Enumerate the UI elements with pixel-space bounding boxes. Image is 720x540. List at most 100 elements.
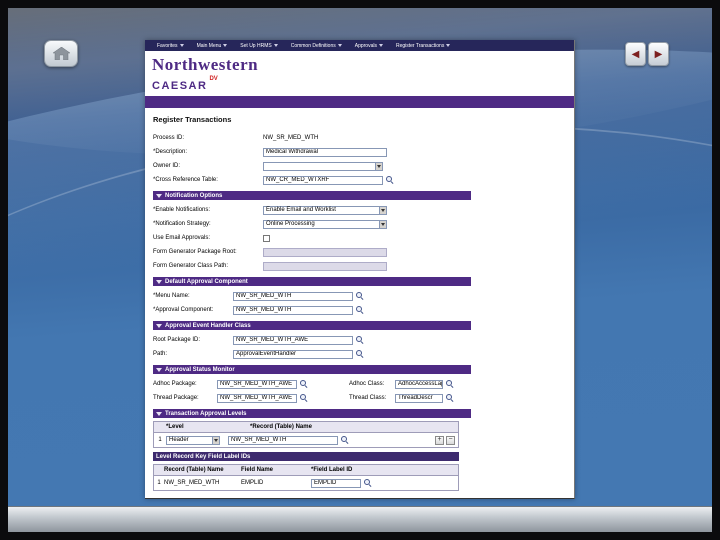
chevron-down-icon — [337, 44, 342, 47]
root-package-id-field[interactable]: NW_SR_MED_WTH_AWE — [233, 335, 353, 345]
brand-header: Northwestern CAESARDV — [145, 51, 574, 96]
menu-item-register-transactions[interactable]: Register Transactions — [395, 42, 451, 49]
lookup-icon[interactable] — [445, 393, 455, 403]
university-wordmark: Northwestern — [152, 55, 259, 74]
adhoc-package-label: Adhoc Package: — [153, 381, 197, 387]
level-select[interactable]: Header — [166, 435, 220, 445]
menu-item-common-definitions[interactable]: Common Definitions — [291, 43, 342, 49]
section-approval-event-handler[interactable]: Approval Event Handler Class — [153, 321, 471, 330]
chevron-down-icon — [378, 44, 383, 47]
level-column-header: *Level — [166, 424, 184, 430]
use-email-approvals-checkbox[interactable] — [263, 234, 270, 242]
home-button[interactable] — [44, 40, 78, 67]
section-approval-status-monitor[interactable]: Approval Status Monitor — [153, 365, 471, 374]
lookup-icon[interactable] — [355, 335, 365, 345]
presentation-slide: ◀ ▶ Favorites Main Menu Set Up HRMS Comm… — [8, 8, 712, 532]
menu-item-label: Register Transactions — [395, 42, 445, 49]
thread-package-field[interactable]: NW_SR_MED_WTH_AWE — [217, 393, 297, 403]
lookup-icon[interactable] — [299, 393, 309, 403]
section-title: Transaction Approval Levels — [165, 410, 247, 417]
lookup-icon[interactable] — [445, 379, 455, 389]
owner-id-select[interactable] — [263, 161, 383, 171]
home-icon — [52, 47, 70, 60]
section-notification-options[interactable]: Notification Options — [153, 191, 471, 200]
description-field[interactable]: Medical Withdrawal — [263, 147, 387, 157]
dropdown-button[interactable] — [375, 162, 382, 170]
lookup-icon[interactable] — [340, 435, 350, 445]
form-generator-class-path-row: Form Generator Class Path: — [145, 259, 574, 273]
record-column-header: Record (Table) Name — [164, 467, 224, 473]
root-package-id-label: Root Package ID: — [153, 337, 201, 343]
lookup-icon[interactable] — [355, 305, 365, 315]
dropdown-button[interactable] — [379, 220, 386, 228]
menu-item-label: Set Up HRMS — [240, 42, 272, 49]
menu-name-row: *Menu Name: NW_SR_MED_WTH — [145, 289, 574, 303]
section-title: Notification Options — [165, 192, 223, 199]
lookup-icon[interactable] — [355, 291, 365, 301]
approval-component-label: *Approval Component: — [153, 307, 214, 313]
owner-id-label: Owner ID: — [153, 163, 181, 169]
menu-item-approvals[interactable]: Approvals — [355, 43, 383, 49]
dropdown-button[interactable] — [212, 436, 219, 444]
lookup-icon[interactable] — [385, 175, 395, 185]
field-column-header: Field Name — [241, 467, 274, 473]
collapse-triangle-icon — [156, 323, 162, 328]
next-slide-button[interactable]: ▶ — [648, 42, 669, 66]
thread-class-field[interactable]: ThreadDescr — [395, 393, 443, 403]
adhoc-package-field[interactable]: NW_SR_MED_WTH_AWE — [217, 379, 297, 389]
menu-item-label: Common Definitions — [290, 42, 336, 49]
field-label-id-field[interactable]: EMPLID — [311, 478, 361, 488]
approval-levels-grid: *Level *Record (Table) Name 1 Header NW_… — [153, 421, 459, 448]
form-generator-package-root-label: Form Generator Package Root: — [153, 249, 237, 255]
menu-item-favorites[interactable]: Favorites — [157, 43, 184, 49]
delete-row-button[interactable]: − — [446, 435, 455, 445]
chevron-down-icon — [381, 222, 385, 226]
enable-notifications-select[interactable]: Enable Email and Worklist — [263, 205, 387, 215]
path-field[interactable]: ApprovalEventHandler — [233, 349, 353, 359]
menu-name-label: *Menu Name: — [153, 293, 190, 299]
previous-arrow-icon: ◀ — [631, 48, 640, 60]
dropdown-button[interactable] — [379, 206, 386, 214]
notification-strategy-select[interactable]: Online Processing — [263, 219, 387, 229]
adhoc-class-field[interactable]: AdhocAccessLapse — [395, 379, 443, 389]
notification-strategy-label: *Notification Strategy: — [153, 221, 211, 227]
cross-reference-field[interactable]: NW_CR_MED_WTXRF — [263, 175, 383, 185]
form-generator-package-root-field — [263, 247, 387, 257]
section-transaction-approval-levels[interactable]: Transaction Approval Levels — [153, 409, 471, 418]
path-label: Path: — [153, 351, 168, 357]
previous-slide-button[interactable]: ◀ — [625, 42, 646, 66]
grid-header-row: *Level *Record (Table) Name — [154, 422, 458, 433]
menu-item-label: Favorites — [157, 42, 178, 49]
page-title: Register Transactions — [153, 115, 232, 124]
path-row: Path: ApprovalEventHandler — [145, 347, 574, 361]
table-row: 1 Header NW_SR_MED_WTH + − — [154, 433, 458, 447]
lookup-icon[interactable] — [363, 478, 373, 488]
slide-navigation: ◀ ▶ — [625, 42, 669, 66]
menu-item-main-menu[interactable]: Main Menu — [197, 43, 228, 49]
notification-strategy-value: Online Processing — [266, 221, 315, 227]
field-label-id-column-header: *Field Label ID — [311, 467, 353, 473]
section-default-approval-component[interactable]: Default Approval Component — [153, 277, 471, 286]
use-email-approvals-row: Use Email Approvals: — [145, 231, 574, 245]
chevron-down-icon — [377, 164, 381, 168]
menu-item-setup-hrms[interactable]: Set Up HRMS — [240, 42, 278, 49]
field-name-value: EMPLID — [241, 480, 264, 486]
chevron-down-icon — [223, 44, 228, 47]
enable-notifications-row: *Enable Notifications: Enable Email and … — [145, 203, 574, 217]
approval-component-row: *Approval Component: NW_SR_MED_WTH — [145, 303, 574, 317]
approval-component-field[interactable]: NW_SR_MED_WTH — [233, 305, 353, 315]
adhoc-class-label: Adhoc Class: — [349, 381, 385, 387]
menu-item-label: Main Menu — [196, 42, 222, 49]
app-window: Favorites Main Menu Set Up HRMS Common D… — [145, 40, 575, 499]
record-column-header: *Record (Table) Name — [250, 424, 312, 430]
slide-footer-bar — [8, 506, 712, 532]
record-name-field[interactable]: NW_SR_MED_WTH — [228, 435, 338, 445]
process-id-value: NW_SR_MED_WTH — [263, 135, 319, 141]
enable-notifications-value: Enable Email and Worklist — [266, 207, 336, 213]
menu-name-field[interactable]: NW_SR_MED_WTH — [233, 291, 353, 301]
lookup-icon[interactable] — [299, 379, 309, 389]
process-id-label: Process ID: — [153, 135, 185, 141]
notification-strategy-row: *Notification Strategy: Online Processin… — [145, 217, 574, 231]
add-row-button[interactable]: + — [435, 435, 444, 445]
lookup-icon[interactable] — [355, 349, 365, 359]
